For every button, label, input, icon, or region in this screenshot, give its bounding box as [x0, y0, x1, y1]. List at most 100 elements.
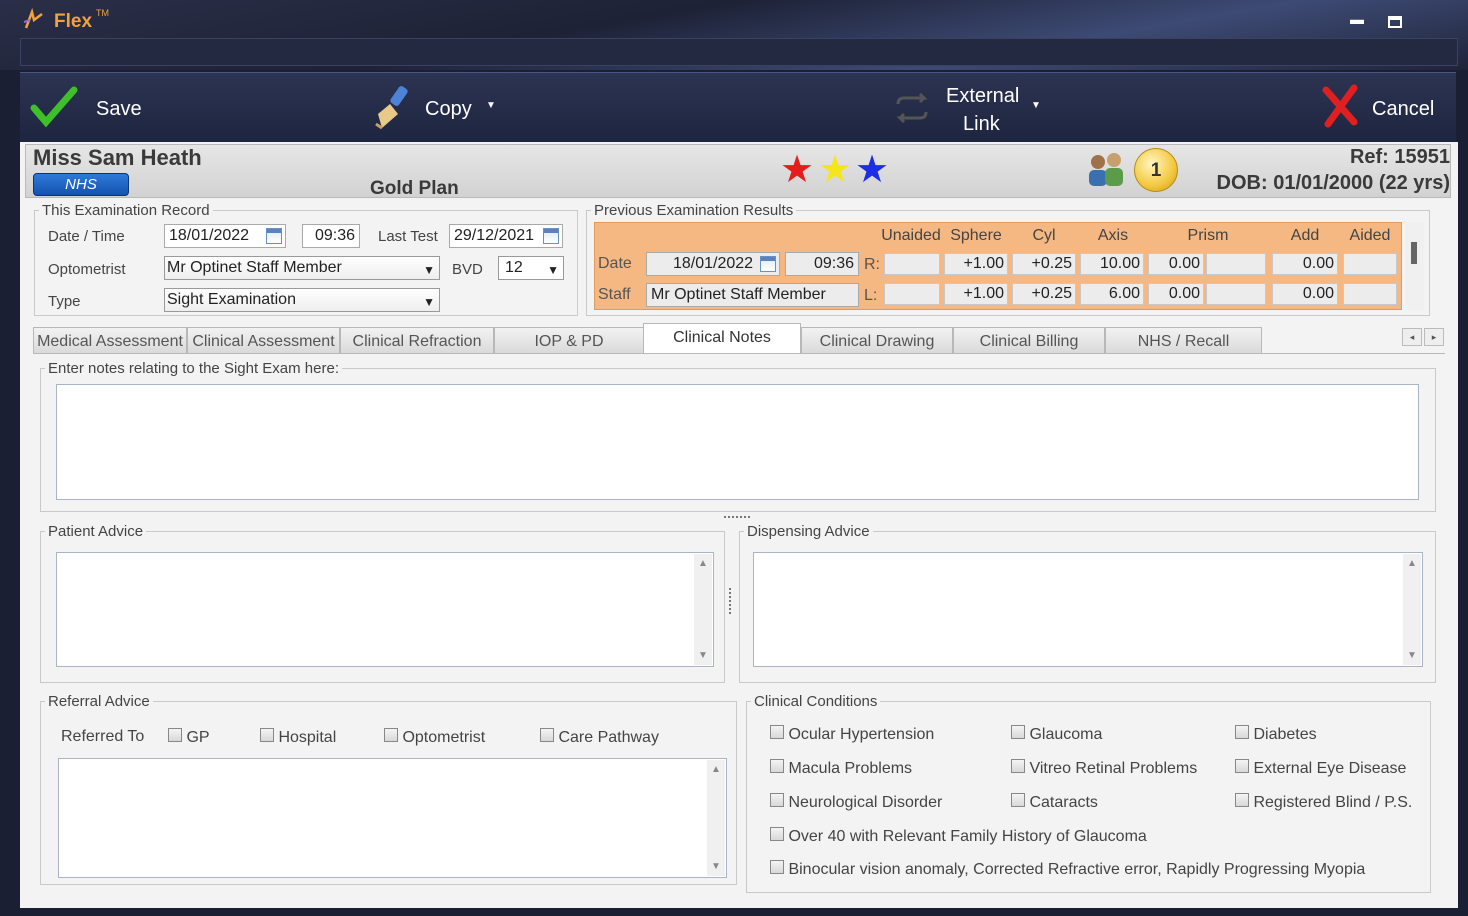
- star-red-icon: ★: [780, 149, 815, 191]
- header-add: Add: [1290, 227, 1320, 244]
- scroll-thumb[interactable]: [1411, 242, 1417, 264]
- right-cyl: +0.25: [1012, 253, 1076, 275]
- dispensing-advice-textarea[interactable]: ▲ ▼: [753, 552, 1423, 667]
- scroll-up-icon[interactable]: ▲: [711, 764, 721, 775]
- condition-external-eye-disease[interactable]: External Eye Disease: [1235, 759, 1406, 778]
- referral-textarea[interactable]: ▲ ▼: [58, 758, 727, 878]
- left-add: 0.00: [1272, 283, 1338, 305]
- external-link-dropdown-icon[interactable]: ▼: [1031, 100, 1041, 111]
- referral-option-gp[interactable]: GP: [168, 728, 210, 747]
- patient-advice-scrollbar[interactable]: ▲ ▼: [694, 554, 712, 665]
- last-test-field[interactable]: 29/12/2021: [449, 224, 563, 248]
- tab-clinical-drawing[interactable]: Clinical Drawing: [801, 327, 953, 354]
- condition-vitreo-retinal[interactable]: Vitreo Retinal Problems: [1011, 759, 1197, 778]
- previous-results-scrollbar[interactable]: [1406, 222, 1424, 310]
- cancel-x-icon[interactable]: [1320, 84, 1360, 133]
- scroll-down-icon[interactable]: ▼: [711, 861, 721, 872]
- condition-diabetes[interactable]: Diabetes: [1235, 725, 1317, 744]
- checkbox[interactable]: [168, 728, 182, 742]
- tab-scroll-left-icon[interactable]: ◂: [1402, 328, 1422, 346]
- checkbox[interactable]: [1011, 793, 1025, 807]
- maximize-icon[interactable]: [1388, 16, 1402, 28]
- save-label[interactable]: Save: [96, 98, 142, 121]
- condition-over-40-glaucoma-history[interactable]: Over 40 with Relevant Family History of …: [770, 827, 1147, 846]
- coin-badge[interactable]: 1: [1134, 148, 1178, 192]
- vertical-splitter[interactable]: [729, 588, 733, 614]
- patient-advice-textarea[interactable]: ▲ ▼: [56, 552, 714, 667]
- scroll-down-icon[interactable]: ▼: [1407, 650, 1417, 661]
- scroll-up-icon[interactable]: ▲: [698, 558, 708, 569]
- checkbox[interactable]: [1235, 793, 1249, 807]
- sync-arrows-icon[interactable]: [892, 92, 932, 129]
- dispensing-advice-legend: Dispensing Advice: [747, 523, 870, 540]
- external-link-label-1[interactable]: External: [946, 85, 1019, 108]
- condition-registered-blind[interactable]: Registered Blind / P.S.: [1235, 793, 1412, 812]
- checkbox[interactable]: [770, 793, 784, 807]
- header-sphere: Sphere: [950, 227, 1002, 244]
- exam-time-field[interactable]: 09:36: [302, 224, 360, 248]
- checkbox[interactable]: [384, 728, 398, 742]
- condition-glaucoma[interactable]: Glaucoma: [1011, 725, 1102, 744]
- left-prism-1: 0.00: [1148, 283, 1204, 305]
- prev-staff-field[interactable]: Mr Optinet Staff Member: [646, 283, 859, 307]
- referral-option-optometrist[interactable]: Optometrist: [384, 728, 485, 747]
- calendar-icon[interactable]: [543, 228, 559, 244]
- calendar-icon[interactable]: [266, 228, 282, 244]
- condition-binocular-vision-anomaly[interactable]: Binocular vision anomaly, Corrected Refr…: [770, 860, 1365, 879]
- scroll-up-icon[interactable]: ▲: [1407, 558, 1417, 569]
- family-group-icon[interactable]: [1084, 150, 1132, 195]
- calendar-icon[interactable]: [760, 256, 776, 272]
- optometrist-select[interactable]: Mr Optinet Staff Member ▼: [164, 256, 440, 280]
- tab-iop-pd[interactable]: IOP & PD: [494, 327, 644, 354]
- prev-date-field[interactable]: 18/01/2022: [646, 252, 780, 276]
- app-trademark: TM: [96, 8, 109, 18]
- tab-medical-assessment[interactable]: Medical Assessment: [33, 327, 187, 354]
- tab-clinical-notes[interactable]: Clinical Notes: [643, 323, 801, 354]
- brush-icon[interactable]: [372, 84, 414, 135]
- horizontal-splitter[interactable]: [724, 516, 750, 520]
- copy-dropdown-icon[interactable]: ▼: [486, 100, 496, 111]
- condition-cataracts[interactable]: Cataracts: [1011, 793, 1098, 812]
- last-test-label: Last Test: [378, 228, 438, 245]
- checkbox[interactable]: [770, 725, 784, 739]
- checkbox[interactable]: [540, 728, 554, 742]
- header-unaided: Unaided: [881, 227, 941, 244]
- copy-label[interactable]: Copy: [425, 98, 472, 121]
- checkbox[interactable]: [260, 728, 274, 742]
- condition-macula-problems[interactable]: Macula Problems: [770, 759, 912, 778]
- tab-clinical-billing[interactable]: Clinical Billing: [953, 327, 1105, 354]
- checkbox[interactable]: [770, 827, 784, 841]
- right-eye-label: R:: [864, 256, 880, 273]
- tab-nhs-recall[interactable]: NHS / Recall: [1105, 327, 1262, 354]
- save-button[interactable]: [30, 86, 78, 133]
- checkbox[interactable]: [1235, 759, 1249, 773]
- right-unaided: [884, 253, 940, 275]
- referral-option-hospital[interactable]: Hospital: [260, 728, 336, 747]
- exam-date-field[interactable]: 18/01/2022: [164, 224, 286, 248]
- condition-neurological-disorder[interactable]: Neurological Disorder: [770, 793, 942, 812]
- type-select[interactable]: Sight Examination ▼: [164, 288, 440, 312]
- checkbox[interactable]: [1011, 725, 1025, 739]
- scroll-down-icon[interactable]: ▼: [698, 650, 708, 661]
- notes-textarea[interactable]: [56, 384, 1419, 500]
- referral-option-care-pathway[interactable]: Care Pathway: [540, 728, 659, 747]
- header-prism: Prism: [1187, 227, 1229, 244]
- tab-clinical-assessment[interactable]: Clinical Assessment: [187, 327, 340, 354]
- prev-time-field[interactable]: 09:36: [785, 252, 859, 276]
- left-prism-2: [1206, 283, 1266, 305]
- condition-ocular-hypertension[interactable]: Ocular Hypertension: [770, 725, 934, 744]
- minimize-icon[interactable]: ▬: [1350, 12, 1364, 26]
- dispensing-advice-scrollbar[interactable]: ▲ ▼: [1403, 554, 1421, 665]
- referral-scrollbar[interactable]: ▲ ▼: [707, 760, 725, 876]
- checkbox[interactable]: [770, 860, 784, 874]
- tab-scroll-right-icon[interactable]: ▸: [1424, 328, 1444, 346]
- checkbox[interactable]: [1011, 759, 1025, 773]
- plan-name: Gold Plan: [370, 178, 459, 199]
- cancel-label[interactable]: Cancel: [1372, 98, 1434, 121]
- checkbox[interactable]: [770, 759, 784, 773]
- tab-clinical-refraction[interactable]: Clinical Refraction: [340, 327, 494, 354]
- bvd-select[interactable]: 12 ▼: [498, 256, 564, 280]
- checkbox[interactable]: [1235, 725, 1249, 739]
- external-link-label-2[interactable]: Link: [963, 113, 1000, 136]
- right-axis: 10.00: [1080, 253, 1144, 275]
